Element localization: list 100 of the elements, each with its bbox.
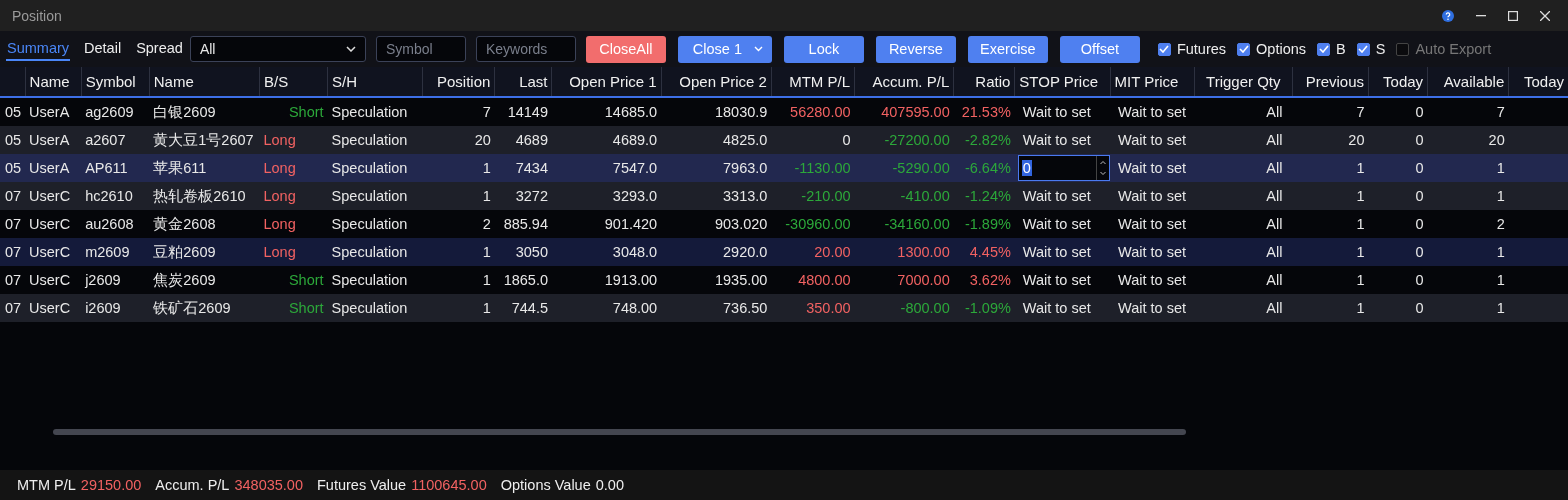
table-cell: 20.00 bbox=[814, 244, 851, 260]
table-cell: 05 bbox=[4, 160, 22, 176]
table-cell: Wait to set bbox=[1022, 132, 1091, 148]
close-icon[interactable] bbox=[1540, 10, 1550, 21]
view-tab[interactable]: Spread bbox=[135, 37, 184, 61]
table-cell: -30960.00 bbox=[785, 216, 851, 232]
column-header[interactable]: B/S bbox=[259, 67, 328, 97]
table-cell: 21.53% bbox=[961, 104, 1011, 120]
table-cell: -34160.00 bbox=[884, 216, 950, 232]
table-row[interactable]: 07 UserC au2608 黄金2608 Long Speculation 2 885.94 901.420 903.020 -30960.00 -34160.00 -1.89% Wait to set Wait to set All 1 0 2 bbox=[0, 210, 1568, 238]
column-header[interactable]: Trigger Qty bbox=[1194, 67, 1293, 97]
action-button[interactable]: Reverse bbox=[875, 35, 956, 63]
checkbox[interactable] bbox=[1157, 42, 1171, 56]
caret-icon bbox=[753, 46, 763, 52]
table-cell: 0 bbox=[1415, 188, 1424, 204]
checkbox[interactable] bbox=[1317, 42, 1331, 56]
keywords-field[interactable]: Keywords bbox=[475, 36, 576, 62]
table-cell: -27200.00 bbox=[884, 132, 950, 148]
filter-dropdown[interactable]: All bbox=[189, 36, 366, 62]
table-cell: j2609 bbox=[85, 272, 121, 288]
table-row[interactable]: 05 UserA AP611 苹果611 Long Speculation 1 7434 7547.0 7963.0 -1130.00 -5290.00 -6.64% 0 Wait to set All 1 0 1 bbox=[0, 154, 1568, 182]
column-header[interactable]: Today bbox=[1368, 67, 1428, 97]
table-row[interactable]: 07 UserC j2609 焦炭2609 Short Speculation 1 1865.0 1913.00 1935.00 4800.00 7000.00 3.62% Wait to set Wait to set All 1 0 1 bbox=[0, 266, 1568, 294]
checkbox[interactable] bbox=[1237, 42, 1251, 56]
table-cell: UserC bbox=[29, 188, 71, 204]
minimize-icon[interactable] bbox=[1476, 14, 1486, 17]
table-row[interactable]: 05 UserA a2607 黄大豆1号2607 Long Speculation 20 4689 4689.0 4825.0 0 -27200.00 -2.82% Wait to set Wait to set All 20 0 20 bbox=[0, 126, 1568, 154]
table-cell: 1 bbox=[482, 300, 491, 316]
table-cell: 4.45% bbox=[969, 244, 1011, 260]
column-header[interactable]: Open Price 1 bbox=[552, 67, 662, 97]
table-cell: Wait to set bbox=[1118, 132, 1186, 148]
table-cell: 1913.00 bbox=[604, 272, 658, 288]
stop-price-input[interactable]: 0 bbox=[1017, 155, 1110, 181]
maximize-icon[interactable] bbox=[1508, 10, 1518, 21]
table-cell: 7 bbox=[482, 104, 491, 120]
column-header[interactable]: S/H bbox=[327, 67, 423, 97]
column-header[interactable]: MTM P/L bbox=[771, 67, 855, 97]
table-cell: Long bbox=[263, 244, 296, 260]
column-header[interactable]: Name bbox=[149, 67, 260, 97]
column-header[interactable]: Symbol bbox=[81, 67, 150, 97]
status-label: Options Value bbox=[500, 477, 591, 493]
symbol-field[interactable]: Symbol bbox=[375, 36, 466, 62]
column-header[interactable]: Position bbox=[422, 67, 495, 97]
table-cell: 3050 bbox=[515, 244, 548, 260]
table-cell: -2.82% bbox=[964, 132, 1011, 148]
table-cell: 0 bbox=[1415, 244, 1424, 260]
help-icon[interactable] bbox=[1442, 9, 1454, 22]
table-cell: Speculation bbox=[331, 300, 408, 316]
table-cell: 05 bbox=[4, 104, 22, 120]
table-cell: 1 bbox=[482, 160, 491, 176]
table-cell: 1 bbox=[1356, 160, 1365, 176]
table-cell: UserC bbox=[29, 272, 71, 288]
column-header[interactable]: Available bbox=[1427, 67, 1509, 97]
table-cell: UserA bbox=[29, 160, 70, 176]
action-button[interactable]: Lock bbox=[783, 35, 864, 63]
table-cell: All bbox=[1266, 160, 1283, 176]
table-cell: 1 bbox=[1496, 160, 1505, 176]
table-cell: 748.00 bbox=[612, 300, 658, 316]
column-header[interactable]: STOP Price bbox=[1014, 67, 1110, 97]
table-cell: 1 bbox=[1496, 300, 1505, 316]
column-header[interactable]: Name bbox=[25, 67, 82, 97]
table-row[interactable]: 05 UserA ag2609 白银2609 Short Speculation 7 14149 14685.0 18030.9 56280.00 407595.00 21.53% Wait to set Wait to set All 7 0 7 bbox=[0, 97, 1568, 126]
table-cell: 0 bbox=[1415, 132, 1424, 148]
table-cell: Wait to set bbox=[1118, 244, 1186, 260]
table-cell: 0 bbox=[1415, 104, 1424, 120]
checkbox[interactable] bbox=[1356, 42, 1370, 56]
table-cell: 07 bbox=[4, 188, 22, 204]
table-cell: Speculation bbox=[331, 216, 408, 232]
action-button[interactable]: Exercise bbox=[967, 35, 1048, 63]
table-cell: Wait to set bbox=[1022, 300, 1091, 316]
table-cell: Speculation bbox=[331, 104, 408, 120]
column-header[interactable]: Accum. P/L bbox=[854, 67, 954, 97]
column-header[interactable]: Ratio bbox=[953, 67, 1015, 97]
action-button[interactable]: Offset bbox=[1059, 35, 1140, 63]
table-cell: 4825.0 bbox=[723, 132, 768, 148]
column-header[interactable]: Today bbox=[1508, 67, 1568, 97]
table-cell: 0 bbox=[1415, 300, 1424, 316]
table-row[interactable]: 07 UserC hc2610 热轧卷板2610 Long Speculation 1 3272 3293.0 3313.0 -210.00 -410.00 -1.24% Wait to set Wait to set All 1 0 1 bbox=[0, 182, 1568, 210]
column-header[interactable]: Last bbox=[494, 67, 552, 97]
table-cell: 铁矿石2609 bbox=[153, 299, 231, 316]
table-cell: Wait to set bbox=[1022, 216, 1091, 232]
table-cell: hc2610 bbox=[85, 188, 133, 204]
close-split-button[interactable]: Close 1 bbox=[677, 35, 772, 63]
table-cell: i2609 bbox=[85, 300, 121, 316]
spinner-arrows-icon[interactable] bbox=[1095, 156, 1109, 180]
table-cell: 3.62% bbox=[969, 272, 1011, 288]
view-tab[interactable]: Detail bbox=[83, 37, 123, 61]
table-cell: 0 bbox=[842, 132, 851, 148]
window-title: Position bbox=[12, 7, 62, 24]
column-header[interactable]: Open Price 2 bbox=[661, 67, 772, 97]
status-value: 1100645.00 bbox=[411, 477, 487, 493]
table-cell: 7 bbox=[1356, 104, 1365, 120]
table-cell: 2920.0 bbox=[723, 244, 768, 260]
table-cell: 1935.00 bbox=[714, 272, 768, 288]
table-cell: 14685.0 bbox=[604, 104, 658, 120]
column-header[interactable]: MIT Price bbox=[1110, 67, 1195, 97]
horizontal-scrollbar[interactable] bbox=[53, 429, 1186, 435]
view-tab[interactable]: Summary bbox=[6, 37, 71, 61]
column-header[interactable]: Previous bbox=[1292, 67, 1369, 97]
table-cell: 744.5 bbox=[511, 300, 548, 316]
